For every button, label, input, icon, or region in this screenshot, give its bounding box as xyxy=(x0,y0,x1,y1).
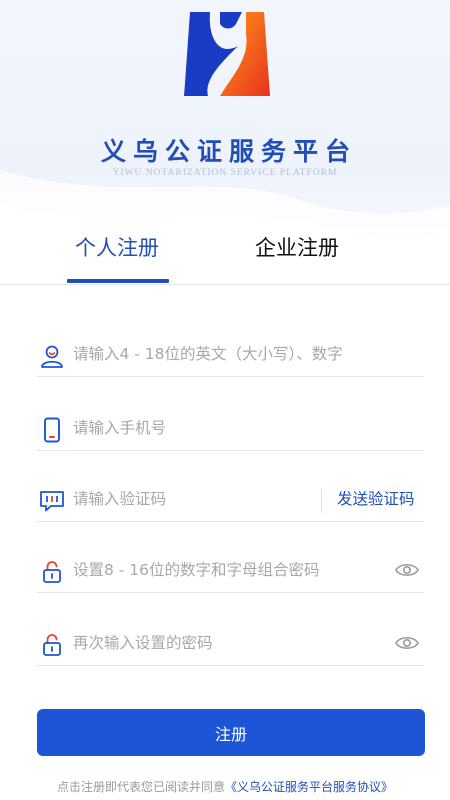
tab-personal-register[interactable]: 个人注册 xyxy=(64,226,170,284)
tab-personal-label: 个人注册 xyxy=(75,236,159,260)
phone-icon xyxy=(44,417,60,443)
confirm-password-field xyxy=(37,620,424,666)
tab-company-label: 企业注册 xyxy=(255,236,339,260)
code-divider xyxy=(321,489,322,513)
eye-icon[interactable] xyxy=(394,632,420,654)
send-code-button[interactable]: 发送验证码 xyxy=(337,487,415,509)
yiwu-notary-logo-icon xyxy=(184,12,270,96)
phone-field xyxy=(37,405,424,451)
password-field xyxy=(37,547,424,593)
verification-code-input[interactable] xyxy=(73,484,313,514)
agreement-notice: 点击注册即代表您已阅读并同意《义乌公证服务平台服务协议》 xyxy=(0,778,450,795)
platform-title: 义乌公证服务平台 xyxy=(100,137,357,166)
lock-icon xyxy=(43,561,61,583)
eye-icon[interactable] xyxy=(394,559,420,581)
tab-company-register[interactable]: 企业注册 xyxy=(244,226,350,284)
lock-icon xyxy=(43,634,61,656)
register-button[interactable]: 注册 xyxy=(37,709,425,756)
user-icon xyxy=(41,345,63,368)
verification-code-field: 发送验证码 xyxy=(37,476,424,522)
message-code-icon xyxy=(40,491,64,512)
agreement-prefix: 点击注册即代表您已阅读并同意 xyxy=(56,780,225,794)
register-tabs: 个人注册 企业注册 xyxy=(0,226,450,284)
username-input[interactable] xyxy=(73,339,413,369)
platform-subtitle: YIWU NOTARIZATION SERVICE PLATFORM xyxy=(112,168,338,178)
username-field xyxy=(37,331,424,377)
password-input[interactable] xyxy=(73,555,383,585)
phone-input[interactable] xyxy=(73,413,413,443)
confirm-password-input[interactable] xyxy=(73,628,383,658)
active-tab-indicator xyxy=(67,279,169,283)
tabs-divider xyxy=(0,284,450,285)
service-agreement-link[interactable]: 《义乌公证服务平台服务协议》 xyxy=(225,780,393,794)
